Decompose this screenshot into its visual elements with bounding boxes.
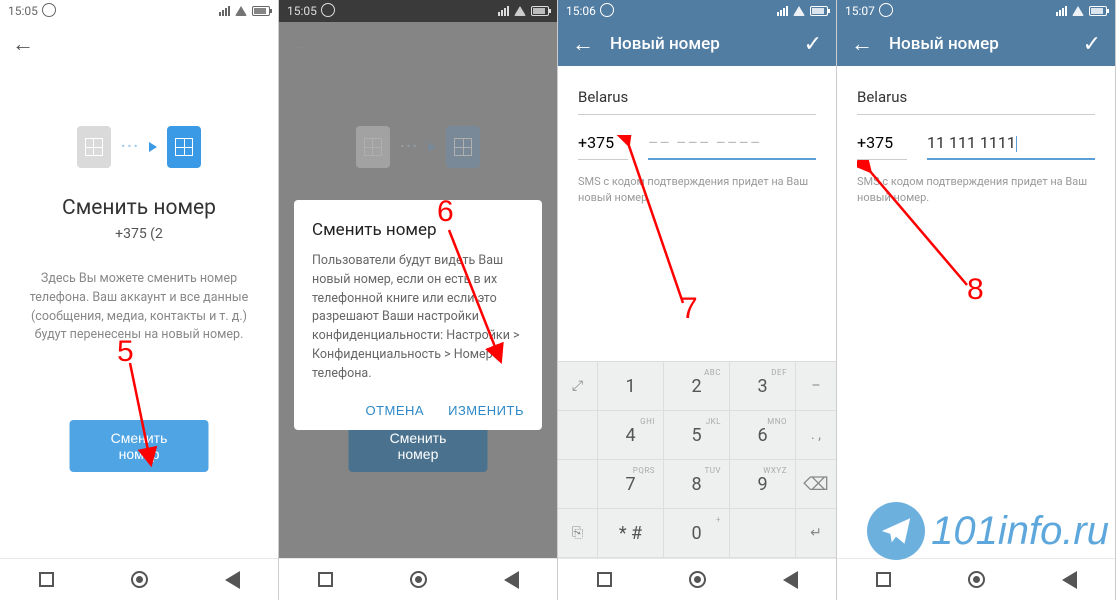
key-4[interactable]: 4GHI [598, 411, 664, 460]
header: ← Новый номер ✓ [558, 22, 836, 66]
key-empty[interactable] [730, 509, 796, 558]
header-title: Новый номер [610, 34, 788, 54]
status-bar: 15:05 [279, 0, 557, 22]
nav-back[interactable] [1062, 571, 1077, 589]
nav-bar [0, 558, 278, 600]
key-enter[interactable]: ↵ [796, 509, 836, 558]
alarm-icon [321, 3, 335, 20]
description: Здесь Вы можете сменить номер телефона. … [0, 270, 278, 345]
watermark: 101info.ru [867, 502, 1109, 560]
back-icon[interactable]: ← [572, 31, 594, 57]
alarm-icon [42, 3, 56, 20]
numeric-keyboard: ⤢ 1 2ABC 3DEF – 4GHI 5JKL 6MNO . , 7PQRS… [558, 361, 836, 558]
sms-hint: SMS с кодом подтверждения придет на Ваш … [578, 174, 816, 206]
battery-icon [1089, 6, 1107, 16]
header: ← [279, 22, 557, 66]
back-icon[interactable]: ← [851, 31, 873, 57]
country-code[interactable]: +375 [857, 133, 907, 160]
country-field[interactable]: Belarus [857, 82, 1095, 115]
wifi-icon [235, 6, 247, 16]
key-0[interactable]: 0+ [664, 509, 730, 558]
key-star[interactable]: * # [598, 509, 664, 558]
nav-home[interactable] [689, 571, 706, 588]
header-title: Новый номер [889, 34, 1067, 54]
signal-icon [498, 6, 509, 16]
alarm-icon [600, 3, 614, 20]
key-8[interactable]: 8TUV [664, 460, 730, 509]
status-icons [219, 6, 270, 16]
change-number-button[interactable]: Сменить номер [70, 420, 209, 472]
screen-1: 15:05 ← Сменить номер +375 (2 Здесь Вы м… [0, 0, 279, 600]
key-2[interactable]: 2ABC [664, 362, 730, 411]
country-code[interactable]: +375 [578, 133, 628, 160]
key-comma[interactable]: . , [796, 411, 836, 460]
battery-icon [810, 6, 828, 16]
nav-home[interactable] [131, 571, 148, 588]
battery-icon [252, 6, 270, 16]
nav-bar [279, 558, 557, 600]
nav-home[interactable] [410, 571, 427, 588]
status-bar: 15:06 [558, 0, 836, 22]
nav-back[interactable] [504, 571, 519, 589]
cancel-button[interactable]: ОТМЕНА [365, 403, 424, 418]
nav-bar [837, 558, 1115, 600]
annotation-7: 7 [681, 292, 698, 326]
sim-illustration [0, 126, 278, 168]
back-icon[interactable]: ← [291, 31, 313, 57]
key-6[interactable]: 6MNO [730, 411, 796, 460]
sms-hint: SMS с кодом подтверждения придет на Ваш … [857, 174, 1095, 206]
nav-home[interactable] [968, 571, 985, 588]
kb-paste[interactable]: ⎘ [558, 509, 598, 558]
nav-recent[interactable] [318, 572, 333, 587]
alarm-icon [879, 3, 893, 20]
back-icon[interactable]: ← [12, 31, 34, 57]
key-9[interactable]: 9WXYZ [730, 460, 796, 509]
confirm-button[interactable]: ИЗМЕНИТЬ [448, 403, 524, 418]
key-backspace[interactable]: ⌫ [796, 460, 836, 509]
clock: 15:06 [566, 4, 596, 18]
header: ← Новый номер ✓ [837, 22, 1115, 66]
dialog-body: Пользователи будут видеть Ваш новый номе… [312, 252, 524, 383]
header: ← [0, 22, 278, 66]
key-1[interactable]: 1 [598, 362, 664, 411]
kb-expand[interactable]: ⤢ [558, 362, 598, 411]
confirm-icon[interactable]: ✓ [1083, 32, 1101, 57]
telegram-icon [867, 502, 925, 560]
screen-2: 15:05 ← Сменить номер Сменить номер Поль… [279, 0, 558, 600]
sim-illustration [279, 126, 557, 168]
battery-icon [531, 6, 549, 16]
signal-icon [777, 6, 788, 16]
nav-recent[interactable] [876, 572, 891, 587]
annotation-8: 8 [967, 273, 984, 307]
country-field[interactable]: Belarus [578, 82, 816, 115]
phone-input[interactable]: –– ––– –––– [648, 133, 816, 160]
screen-3: 15:06 ← Новый номер ✓ Belarus +375 –– ––… [558, 0, 837, 600]
kb-side2[interactable] [558, 411, 598, 460]
nav-recent[interactable] [597, 572, 612, 587]
status-bar: 15:05 [0, 0, 278, 22]
page-title: Сменить номер [0, 196, 278, 220]
nav-back[interactable] [783, 571, 798, 589]
nav-recent[interactable] [39, 572, 54, 587]
key-minus[interactable]: – [796, 362, 836, 411]
signal-icon [1056, 6, 1067, 16]
phone-input[interactable]: 11 111 1111 [927, 133, 1095, 160]
nav-back[interactable] [225, 571, 240, 589]
confirm-dialog: Сменить номер Пользователи будут видеть … [294, 200, 542, 430]
wifi-icon [793, 6, 805, 16]
key-5[interactable]: 5JKL [664, 411, 730, 460]
key-3[interactable]: 3DEF [730, 362, 796, 411]
wifi-icon [1072, 6, 1084, 16]
dialog-title: Сменить номер [312, 220, 524, 240]
confirm-icon[interactable]: ✓ [804, 32, 822, 57]
current-phone: +375 (2 [0, 226, 278, 242]
clock: 15:07 [845, 4, 875, 18]
clock: 15:05 [287, 4, 317, 18]
wifi-icon [514, 6, 526, 16]
nav-bar [558, 558, 836, 600]
clock: 15:05 [8, 4, 38, 18]
kb-side3[interactable] [558, 460, 598, 509]
status-bar: 15:07 [837, 0, 1115, 22]
key-7[interactable]: 7PQRS [598, 460, 664, 509]
